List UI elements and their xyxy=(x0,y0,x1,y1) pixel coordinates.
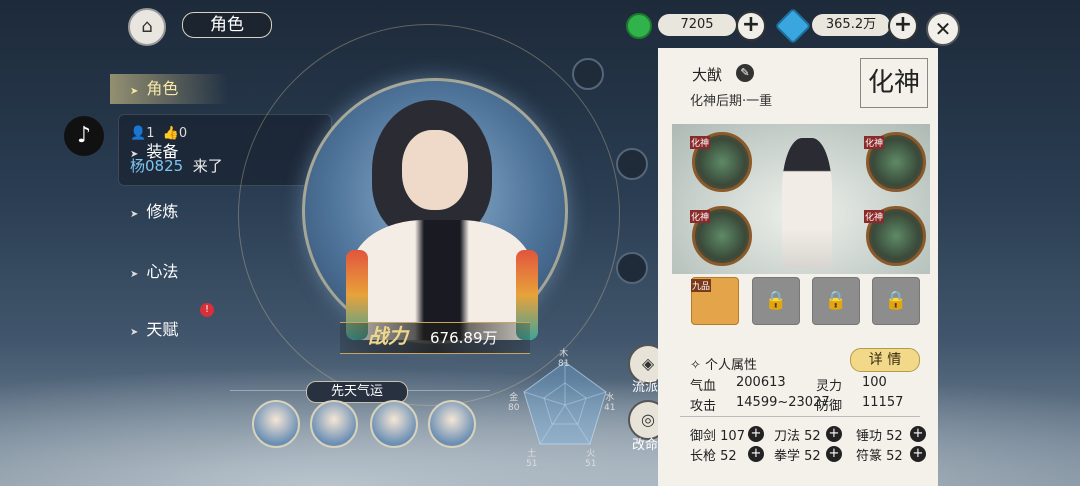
alert-badge-icon: ! xyxy=(200,303,214,317)
def-label: 防御 xyxy=(816,399,843,414)
radar-metal: 金 80 xyxy=(508,393,520,413)
upgrade-skill-button[interactable]: + xyxy=(826,426,842,442)
gear-tag: 化神 xyxy=(864,136,885,149)
menu-item-cultivation[interactable]: ➤ 修炼 xyxy=(130,198,178,222)
details-button[interactable]: 详 情 xyxy=(850,348,920,372)
skill-fist: 拳学 52 xyxy=(774,449,821,464)
gem-currency-icon xyxy=(774,7,812,45)
home-icon[interactable]: ⌂ xyxy=(128,8,166,46)
radar-fire: 火 51 xyxy=(585,449,597,469)
radar-water: 水 41 xyxy=(604,393,616,413)
menu-item-talent[interactable]: ➤ 天赋 xyxy=(130,316,178,340)
fate-label: 改命 xyxy=(632,438,659,453)
skill-blade: 刀法 52 xyxy=(774,429,821,444)
skill-spear: 长枪 52 xyxy=(690,449,737,464)
gear-tag: 化神 xyxy=(864,210,885,223)
menu-item-role[interactable]: ➤ 角色 xyxy=(110,74,228,104)
hp-value: 200613 xyxy=(736,375,786,390)
locked-slot-3[interactable]: 🔒 xyxy=(872,277,920,325)
live-message: 杨0825 来了 xyxy=(130,157,223,175)
gear-tag: 化神 xyxy=(690,136,711,149)
skill-sword: 御剑 107 xyxy=(690,429,745,444)
lock-icon: 🔒 xyxy=(884,290,908,311)
upgrade-skill-button[interactable]: + xyxy=(826,446,842,462)
currency1-value: 7205 xyxy=(658,14,736,36)
orb-icon xyxy=(616,148,648,180)
radar-earth: 土 51 xyxy=(526,449,538,469)
atk-label: 攻击 xyxy=(690,399,717,414)
tiktok-icon[interactable]: ♪ xyxy=(64,116,104,156)
lock-icon: 🔒 xyxy=(764,290,788,311)
page-title: 角色 xyxy=(182,12,272,38)
attributes-title: ✧ 个人属性 xyxy=(690,358,758,373)
sp-value: 100 xyxy=(862,375,887,390)
character-figure xyxy=(782,138,832,268)
jade-currency-icon xyxy=(626,13,652,39)
edit-name-icon[interactable]: ✎ xyxy=(736,64,754,82)
add-currency1-button[interactable]: + xyxy=(736,11,766,41)
upgrade-skill-button[interactable]: + xyxy=(910,446,926,462)
upgrade-skill-button[interactable]: + xyxy=(748,446,764,462)
power-label: 战力 xyxy=(368,324,408,348)
currency2-value: 365.2万 xyxy=(812,14,890,36)
realm-text: 化神后期·一重 xyxy=(690,94,773,109)
hp-label: 气血 xyxy=(690,379,717,394)
grade-tag: 九品 xyxy=(691,279,712,292)
school-label: 流派 xyxy=(632,380,659,395)
luck-avatar-3[interactable] xyxy=(370,400,418,448)
def-value: 11157 xyxy=(862,395,904,410)
luck-avatar-2[interactable] xyxy=(310,400,358,448)
skill-talisman: 符篆 52 xyxy=(856,449,903,464)
upgrade-skill-button[interactable]: + xyxy=(748,426,764,442)
divider xyxy=(680,416,920,417)
gear-tag: 化神 xyxy=(690,210,711,223)
character-face xyxy=(402,130,468,210)
close-button[interactable]: ✕ xyxy=(926,12,960,46)
radar-wood: 木 81 xyxy=(558,349,570,369)
character-name: 大猷 xyxy=(692,66,723,84)
power-value: 676.89万 xyxy=(430,329,498,347)
orb-icon xyxy=(616,252,648,284)
lock-icon: 🔒 xyxy=(824,290,848,311)
orb-icon xyxy=(572,58,604,90)
upgrade-skill-button[interactable]: + xyxy=(910,426,926,442)
menu-item-method[interactable]: ➤ 心法 xyxy=(130,258,178,282)
luck-avatar-1[interactable] xyxy=(252,400,300,448)
add-currency2-button[interactable]: + xyxy=(888,11,918,41)
skill-hammer: 锤功 52 xyxy=(856,429,903,444)
luck-avatar-4[interactable] xyxy=(428,400,476,448)
realm-badge: 化神 xyxy=(860,58,928,108)
sp-label: 灵力 xyxy=(816,379,843,394)
locked-slot-2[interactable]: 🔒 xyxy=(812,277,860,325)
locked-slot-1[interactable]: 🔒 xyxy=(752,277,800,325)
